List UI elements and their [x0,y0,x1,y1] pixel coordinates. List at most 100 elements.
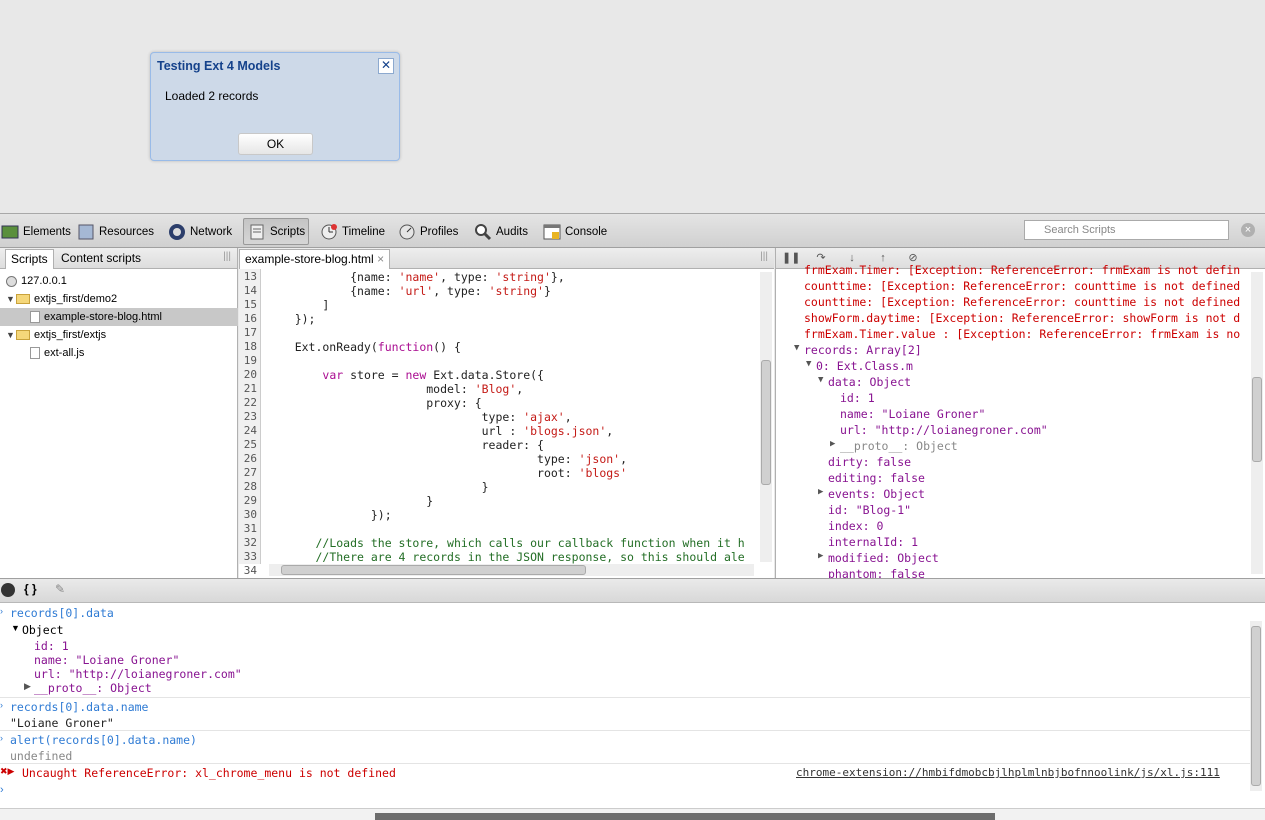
watch-line[interactable]: ▼ 0: Ext.Class.m [806,359,913,373]
braces-icon[interactable]: { } [24,582,37,596]
tab-audits[interactable]: Audits [473,218,528,245]
watch-line-text: internalId: 1 [828,535,919,549]
scroll-thumb[interactable] [1251,626,1261,786]
sidebar-tabs: Scripts Content scripts ||| [0,248,237,269]
clear-console-icon[interactable] [1,583,15,597]
source-horizontal-scrollbar[interactable] [269,564,754,576]
tab-audits-label: Audits [496,225,528,238]
tree-item-label: ext-all.js [44,347,85,359]
console-line: undefined [10,749,73,763]
watch-line[interactable]: ▶ events: Object [818,487,925,501]
tree-item-file-example[interactable]: example-store-blog.html [0,308,238,326]
tab-resources[interactable]: Resources [76,218,154,245]
line-number[interactable]: 26 [244,452,257,465]
line-number[interactable]: 19 [244,354,257,367]
line-number[interactable]: 22 [244,396,257,409]
line-number[interactable]: 31 [244,522,257,535]
watch-line[interactable]: ▼ records: Array[2] [794,343,922,357]
resources-icon [76,222,96,242]
console-icon [542,222,562,242]
watch-line-text: index: 0 [828,519,884,533]
line-number[interactable]: 14 [244,284,257,297]
line-number[interactable]: 23 [244,410,257,423]
scroll-thumb[interactable] [1252,377,1262,462]
watch-line: counttime: [Exception: ReferenceError: c… [804,279,1240,293]
line-number[interactable]: 13 [244,270,257,283]
folder-icon [16,330,30,341]
watch-scrollbar[interactable] [1251,272,1263,574]
tab-timeline[interactable]: Timeline [319,218,385,245]
close-devtools-icon[interactable]: × [1241,223,1255,237]
tab-profiles[interactable]: Profiles [397,218,458,245]
line-number[interactable]: 29 [244,494,257,507]
line-number[interactable]: 24 [244,424,257,437]
resize-grip-icon[interactable]: ||| [760,251,768,262]
tab-scripts-list[interactable]: Scripts [5,249,54,269]
close-tab-icon[interactable]: × [377,252,384,266]
line-number[interactable]: 25 [244,438,257,451]
triangle-down-icon[interactable]: ▼ [818,375,823,385]
source-vertical-scrollbar[interactable] [760,272,772,562]
line-number[interactable]: 32 [244,536,257,549]
tab-console[interactable]: Console [542,218,607,245]
line-number[interactable]: 21 [244,382,257,395]
console-panel[interactable]: records[0].data › Object ▼ id: 1 name: "Loian… [0,603,1265,808]
watch-line: showForm.daytime: [Exception: ReferenceE… [804,311,1240,325]
tree-item-label: example-store-blog.html [44,311,162,323]
line-number[interactable]: 27 [244,466,257,479]
line-number[interactable]: 30 [244,508,257,521]
triangle-down-icon[interactable]: ▼ [11,623,20,633]
triangle-right-icon[interactable]: ▶ [818,551,823,561]
tree-item-label: extjs_first/extjs [34,329,107,341]
ok-button[interactable]: OK [238,133,313,155]
resize-grip-icon[interactable]: ||| [223,251,231,262]
tab-content-scripts[interactable]: Content scripts [56,249,146,269]
scripts-sidebar: Scripts Content scripts ||| 127.0.0.1 ▼ e… [0,248,238,578]
line-number[interactable]: 15 [244,298,257,311]
tree-item-host[interactable]: 127.0.0.1 [0,272,238,290]
console-input-prompt[interactable]: › [0,784,4,796]
pencil-icon[interactable]: ✎ [55,582,65,596]
watch-line-text: id: "Blog-1" [828,503,912,517]
scripts-icon [247,222,267,242]
triangle-down-icon[interactable]: ▼ [794,343,799,353]
search-scripts-input[interactable]: Search Scripts [1024,220,1229,240]
tree-item-folder-demo2[interactable]: ▼ extjs_first/demo2 [0,290,238,308]
tab-network[interactable]: Network [167,218,232,245]
console-separator [0,763,1250,764]
line-number[interactable]: 17 [244,326,257,339]
line-number[interactable]: 34 [244,564,257,577]
watch-line[interactable]: ▶ modified: Object [818,551,939,565]
line-number[interactable]: 33 [244,550,257,563]
watch-line[interactable]: ▼ data: Object [818,375,911,389]
line-number[interactable]: 16 [244,312,257,325]
close-icon[interactable]: ✕ [378,58,394,74]
tab-scripts[interactable]: Scripts [243,218,310,245]
tab-network-label: Network [190,225,233,238]
console-scrollbar[interactable] [1250,621,1262,791]
tab-resources-label: Resources [99,225,154,238]
tab-elements[interactable]: Elements [0,218,71,245]
watch-line: url: "http://loianegroner.com" [840,423,1048,437]
triangle-down-icon[interactable]: ▼ [806,359,811,369]
tree-item-label: extjs_first/demo2 [34,293,118,305]
scroll-thumb[interactable] [281,565,586,575]
file-tab[interactable]: example-store-blog.html × [239,249,391,269]
prompt-icon: › [0,700,3,710]
triangle-right-icon[interactable]: ▶ [24,681,31,692]
console-line: name: "Loiane Groner" [34,653,180,667]
triangle-down-icon[interactable]: ▼ [6,290,16,308]
triangle-right-icon[interactable]: ▶ [818,487,823,497]
triangle-right-icon[interactable]: ▶ [830,439,835,449]
line-number[interactable]: 18 [244,340,257,353]
scroll-thumb[interactable] [761,360,771,485]
tree-item-file-ext-all[interactable]: ext-all.js [0,344,238,362]
watch-line[interactable]: ▶ __proto__: Object [830,439,958,453]
error-source-link[interactable]: chrome-extension://hmbifdmobcbjlhplmlnbj… [796,766,1220,779]
line-number[interactable]: 28 [244,480,257,493]
prompt-icon: › [0,606,3,616]
pause-icon[interactable]: ❚❚ [782,250,800,266]
line-number[interactable]: 20 [244,368,257,381]
triangle-down-icon[interactable]: ▼ [6,326,16,344]
tree-item-folder-extjs[interactable]: ▼ extjs_first/extjs [0,326,238,344]
